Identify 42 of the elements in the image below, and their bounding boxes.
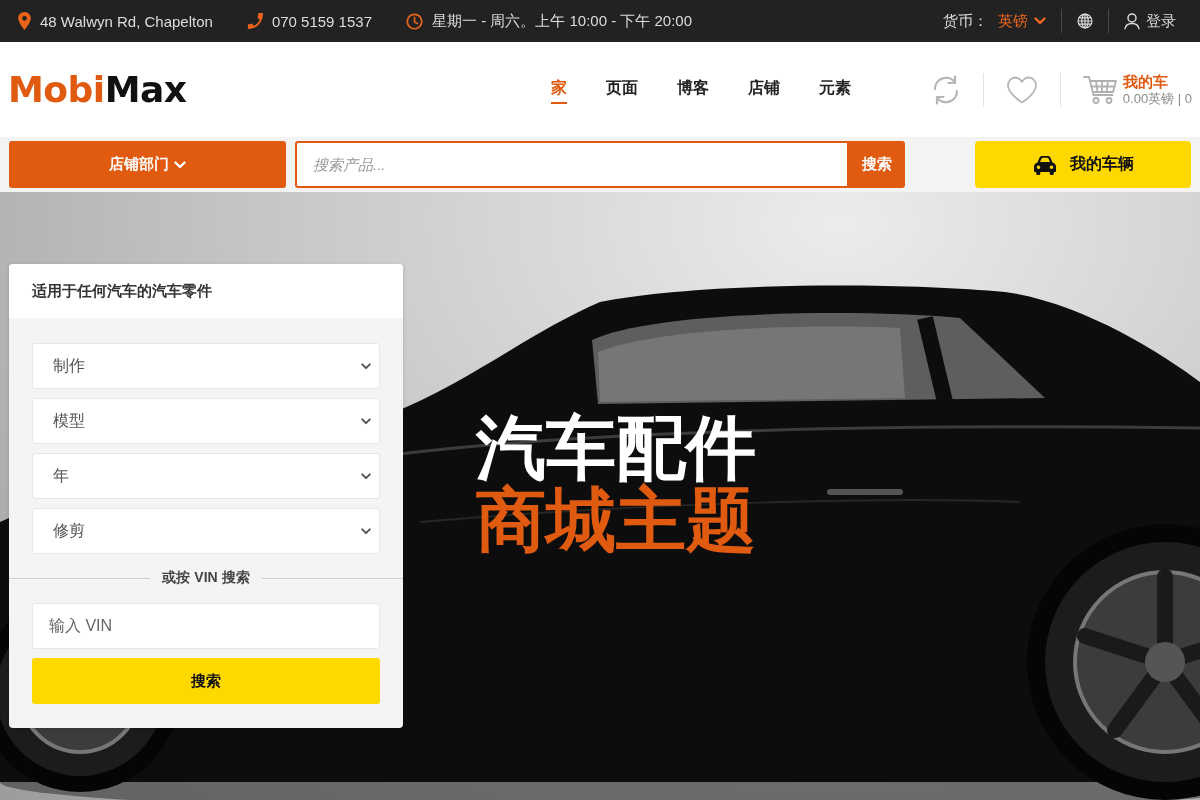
chevron-down-icon [174,160,186,169]
vin-field[interactable]: 输入 VIN [32,603,380,649]
divider-label: 或按 VIN 搜索 [162,569,250,587]
car-icon [1032,154,1057,175]
search-field[interactable]: 搜索产品... [295,141,849,188]
nav-link[interactable]: 元素 [818,75,851,104]
departments-button[interactable]: 店铺部门 [9,141,286,188]
chevron-down-icon [1034,17,1046,25]
dropdown-field[interactable]: 制作 [32,343,380,389]
cart-title[interactable]: 我的车 [1122,72,1192,91]
phone-number: 070 5159 1537 [271,12,372,30]
chevron-down-icon [361,527,371,535]
hero-title: 汽车配件 [476,412,756,484]
chevron-down-icon [361,472,371,480]
clock-icon [406,12,423,30]
my-vehicle-button[interactable]: 我的车辆 [975,141,1191,188]
currency-label: 货币： [943,11,988,31]
phone-icon [246,13,263,29]
globe-icon[interactable] [1077,13,1093,29]
search-button[interactable]: 搜索 [32,658,380,704]
logo[interactable]: MobiMax [8,71,187,108]
dropdown-field[interactable]: 模型 [32,398,380,444]
user-icon[interactable] [1124,12,1140,30]
address-text: 48 Walwyn Rd, Chapelton [40,12,213,30]
cart-summary: 0.00英镑 | 0 [1122,90,1192,107]
panel-title: 适用于任何汽车的汽车零件 [32,281,212,301]
chevron-down-icon [361,362,371,370]
nav-link[interactable]: 博客 [676,75,709,104]
nav-link[interactable]: 家 [550,75,567,104]
dropdown-field[interactable]: 年 [32,453,380,499]
dropdown-field[interactable]: 修剪 [32,508,380,554]
nav-link[interactable]: 页面 [605,75,638,104]
location-pin-icon [18,12,31,30]
chevron-down-icon [361,417,371,425]
login-link[interactable]: 登录 [1124,11,1176,31]
nav-link[interactable]: 店铺 [747,75,780,104]
hero-subtitle: 商城主题 [476,484,756,556]
heart-icon[interactable] [1005,75,1038,104]
search-button[interactable]: 搜索 [849,141,905,188]
cart-icon[interactable] [1082,74,1117,105]
opening-hours: 星期一 - 周六。上午 10:00 - 下午 20:00 [432,11,693,31]
currency-dropdown[interactable]: 英镑 [998,11,1046,31]
